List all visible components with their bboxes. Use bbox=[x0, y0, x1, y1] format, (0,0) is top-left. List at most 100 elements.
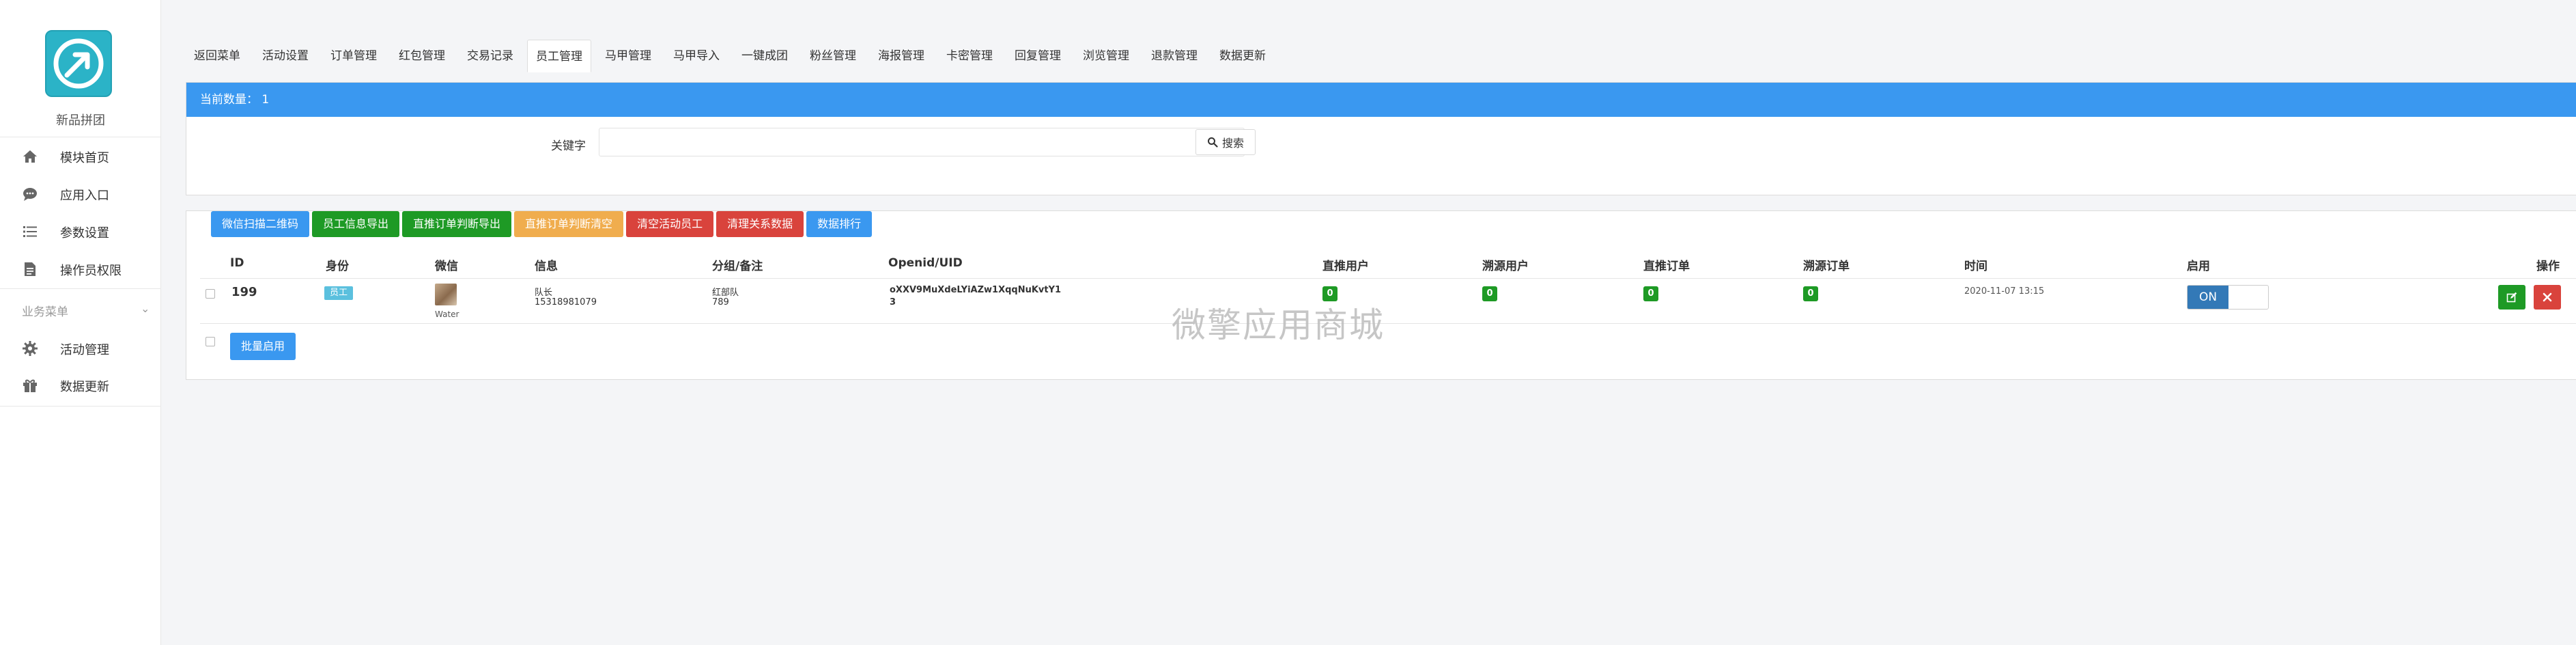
sidebar: 新品拼团 模块首页 应用入口 参数设置 操作员权限 业务菜单 ⌄ 活动管理 数据… bbox=[0, 0, 161, 645]
wechat-avatar bbox=[435, 284, 457, 305]
sidebar-item-home[interactable]: 模块首页 bbox=[0, 140, 161, 171]
logo-icon bbox=[53, 38, 104, 89]
tab-staff-management[interactable]: 员工管理 bbox=[527, 40, 591, 72]
table-header-divider bbox=[200, 278, 2576, 279]
sidebar-item-label: 模块首页 bbox=[60, 151, 109, 165]
tab-data-update[interactable]: 数据更新 bbox=[1211, 40, 1274, 72]
source-users-count[interactable]: 0 bbox=[1482, 286, 1497, 301]
data-ranking-button[interactable]: 数据排行 bbox=[806, 211, 873, 237]
search-button[interactable]: 搜索 bbox=[1195, 129, 1256, 155]
sidebar-group-label: 业务菜单 bbox=[22, 305, 68, 319]
tab-views[interactable]: 浏览管理 bbox=[1075, 40, 1137, 72]
column-header-group: 分组/备注 bbox=[712, 260, 763, 273]
column-header-enabled: 启用 bbox=[2187, 260, 2210, 273]
tab-replies[interactable]: 回复管理 bbox=[1006, 40, 1069, 72]
gift-icon bbox=[23, 379, 37, 392]
tab-fans[interactable]: 粉丝管理 bbox=[802, 40, 864, 72]
home-icon bbox=[23, 150, 37, 163]
table-row-divider bbox=[200, 323, 2576, 324]
openid-line-1: oXXV9MuXdeLYiAZw1XqqNuKvtY1 bbox=[890, 285, 1062, 295]
bulk-enable-button[interactable]: 批量启用 bbox=[230, 333, 296, 360]
export-direct-orders-button[interactable]: 直推订单判断导出 bbox=[402, 211, 512, 237]
count-header: 当前数量： 1 bbox=[186, 83, 2576, 117]
edit-icon bbox=[2506, 292, 2517, 303]
tab-back-menu[interactable]: 返回菜单 bbox=[186, 40, 249, 72]
sidebar-item-activity-management[interactable]: 活动管理 bbox=[0, 332, 161, 363]
tab-transactions[interactable]: 交易记录 bbox=[459, 40, 522, 72]
chevron-down-icon[interactable]: ⌄ bbox=[141, 302, 150, 315]
delete-button[interactable] bbox=[2534, 285, 2561, 310]
enabled-toggle[interactable]: ON bbox=[2187, 285, 2269, 310]
wechat-scan-qr-button[interactable]: 微信扫描二维码 bbox=[211, 211, 310, 237]
sidebar-item-label: 数据更新 bbox=[60, 380, 109, 394]
tab-card-keys[interactable]: 卡密管理 bbox=[938, 40, 1001, 72]
close-icon bbox=[2543, 292, 2552, 302]
app-logo[interactable] bbox=[45, 30, 112, 97]
row-id: 199 bbox=[231, 285, 257, 299]
sidebar-divider bbox=[0, 406, 161, 407]
sidebar-item-settings[interactable]: 参数设置 bbox=[0, 215, 161, 247]
keyword-input[interactable] bbox=[599, 128, 1245, 156]
column-header-direct-users: 直推用户 bbox=[1322, 260, 1369, 273]
edit-button[interactable] bbox=[2498, 285, 2525, 310]
doc-icon bbox=[25, 262, 36, 276]
source-orders-count[interactable]: 0 bbox=[1803, 286, 1818, 301]
staff-list-panel: 微信扫描二维码 员工信息导出 直推订单判断导出 直推订单判断清空 清空活动员工 … bbox=[186, 210, 2576, 380]
count-value: 1 bbox=[261, 93, 270, 107]
export-staff-info-button[interactable]: 员工信息导出 bbox=[312, 211, 400, 237]
watermark: 微擎应用商城 bbox=[1172, 305, 1385, 345]
group-note: 789 bbox=[712, 297, 729, 307]
tab-activity-settings[interactable]: 活动设置 bbox=[254, 40, 317, 72]
tab-red-packet[interactable]: 红包管理 bbox=[391, 40, 453, 72]
column-header-source-orders: 溯源订单 bbox=[1803, 260, 1850, 273]
tab-refunds[interactable]: 退款管理 bbox=[1143, 40, 1206, 72]
tab-vest-import[interactable]: 马甲导入 bbox=[665, 40, 728, 72]
tab-vest-management[interactable]: 马甲管理 bbox=[597, 40, 660, 72]
info-phone: 15318981079 bbox=[535, 297, 597, 307]
sidebar-item-label: 应用入口 bbox=[60, 189, 109, 203]
row-time: 2020-11-07 13:15 bbox=[1964, 286, 2045, 297]
sidebar-item-label: 操作员权限 bbox=[60, 264, 122, 278]
gear-icon bbox=[23, 341, 38, 356]
column-header-role: 身份 bbox=[326, 260, 349, 273]
column-header-source-users: 溯源用户 bbox=[1482, 260, 1529, 273]
column-header-ops: 操作 bbox=[2536, 260, 2560, 273]
count-label: 当前数量： bbox=[200, 93, 258, 107]
wechat-name: Water bbox=[435, 310, 459, 319]
clear-direct-orders-button[interactable]: 直推订单判断清空 bbox=[514, 211, 624, 237]
search-icon bbox=[1207, 137, 1218, 148]
top-tab-bar: 返回菜单 活动设置 订单管理 红包管理 交易记录 员工管理 马甲管理 马甲导入 … bbox=[186, 40, 1279, 74]
column-header-time: 时间 bbox=[1964, 260, 1987, 273]
select-all-checkbox[interactable] bbox=[206, 337, 215, 346]
toggle-on-label: ON bbox=[2188, 286, 2228, 309]
tab-one-click-group[interactable]: 一键成团 bbox=[733, 40, 796, 72]
sidebar-item-label: 活动管理 bbox=[60, 343, 109, 357]
row-checkbox[interactable] bbox=[206, 289, 215, 299]
sidebar-item-label: 参数设置 bbox=[60, 226, 109, 241]
role-badge: 员工 bbox=[324, 286, 354, 300]
column-header-id: ID bbox=[230, 256, 244, 270]
direct-orders-count[interactable]: 0 bbox=[1643, 286, 1658, 301]
chat-icon bbox=[23, 188, 37, 201]
column-header-openid: Openid/UID bbox=[888, 256, 963, 270]
clear-activity-staff-button[interactable]: 清空活动员工 bbox=[626, 211, 714, 237]
column-header-wechat: 微信 bbox=[435, 260, 458, 273]
sidebar-item-app-entry[interactable]: 应用入口 bbox=[0, 178, 161, 209]
column-header-direct-orders: 直推订单 bbox=[1643, 260, 1690, 273]
sidebar-divider bbox=[0, 288, 161, 289]
keyword-label: 关键字 bbox=[551, 139, 586, 153]
tab-order-management[interactable]: 订单管理 bbox=[322, 40, 385, 72]
openid-line-2: 3 bbox=[890, 297, 896, 307]
list-icon bbox=[23, 226, 37, 237]
sidebar-item-data-update[interactable]: 数据更新 bbox=[0, 369, 161, 400]
action-button-row: 微信扫描二维码 员工信息导出 直推订单判断导出 直推订单判断清空 清空活动员工 … bbox=[211, 211, 873, 237]
search-button-label: 搜索 bbox=[1221, 137, 1244, 150]
column-header-info: 信息 bbox=[535, 260, 558, 273]
search-panel: 当前数量： 1 关键字 搜索 bbox=[186, 82, 2576, 195]
tab-posters[interactable]: 海报管理 bbox=[870, 40, 933, 72]
info-name: 队长 bbox=[535, 288, 553, 298]
clean-relation-data-button[interactable]: 清理关系数据 bbox=[716, 211, 804, 237]
sidebar-item-operator-permissions[interactable]: 操作员权限 bbox=[0, 253, 161, 284]
group-name: 红部队 bbox=[712, 288, 739, 298]
brand-name: 新品拼团 bbox=[56, 113, 105, 128]
